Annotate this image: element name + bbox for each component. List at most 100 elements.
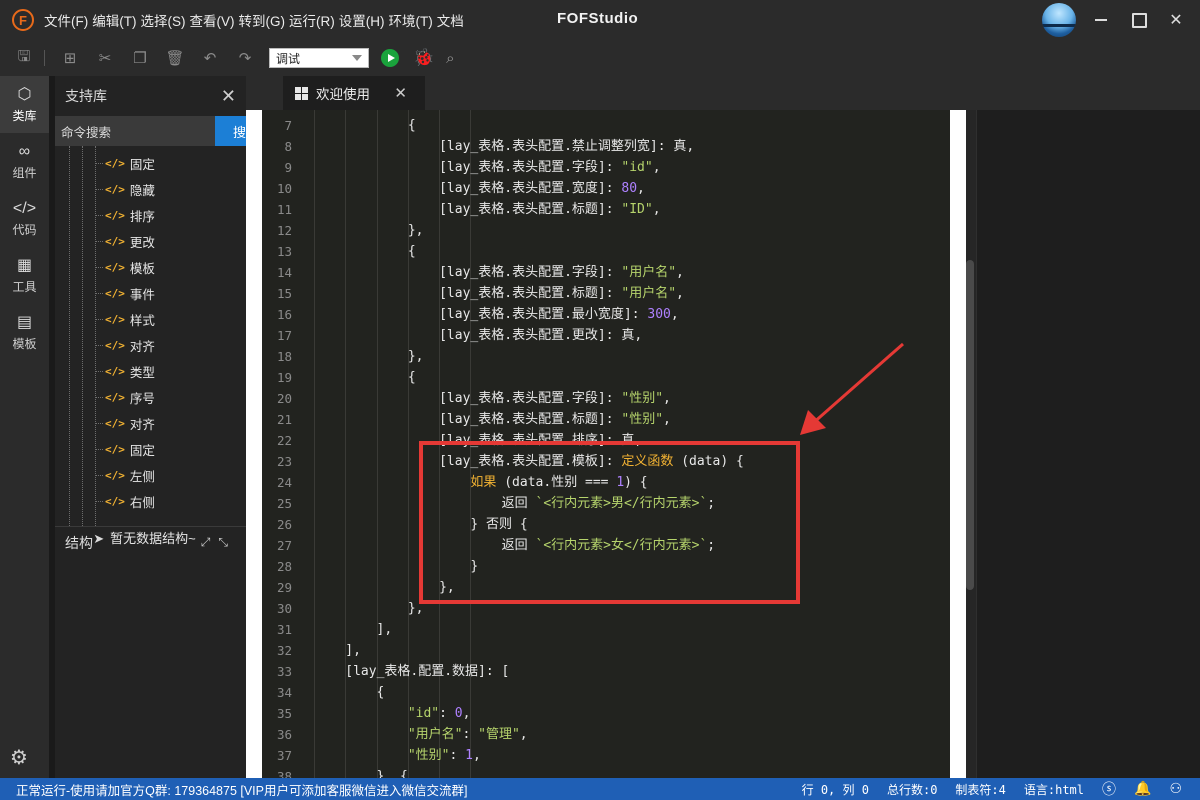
find-in-files-icon[interactable]: ⌕ <box>446 50 454 67</box>
tree-item[interactable]: </> 更改 <box>55 228 246 254</box>
tree-item[interactable]: </> 排序 <box>55 202 246 228</box>
code-token: : <box>462 727 479 742</box>
code-icon: </> <box>105 494 125 508</box>
save-icon[interactable]: 🖫 <box>14 48 34 68</box>
library-panel: 支持库 ✕ 命令搜索 搜 </> 固定 </> 隐藏 </> 排序 </> 更改 </> 模板 </… <box>49 76 246 778</box>
tree-item[interactable]: </> 对齐 <box>55 332 246 358</box>
code-line[interactable]: 13 { <box>262 241 950 262</box>
tree-item[interactable]: </> 对齐 <box>55 410 246 436</box>
code-line[interactable]: 33 [lay_表格.配置.数据]: [ <box>262 661 950 682</box>
code-token: [lay_表格.表头配置.禁止调整列宽]: 真, <box>439 139 695 154</box>
menu-item[interactable]: 转到(G) <box>239 10 286 30</box>
line-number: 12 <box>276 223 292 238</box>
editor-scrollbar[interactable] <box>966 110 976 778</box>
tab-close-icon[interactable]: ✕ <box>394 84 407 102</box>
code-line[interactable]: 14 [lay_表格.表头配置.字段]: "用户名", <box>262 262 950 283</box>
tree-item[interactable]: </> 固定 <box>55 150 246 176</box>
code-line[interactable]: 12}, <box>262 220 950 241</box>
line-number: 9 <box>284 160 292 175</box>
undo-icon[interactable]: ↶ <box>200 48 220 68</box>
tree-item[interactable]: </> 类型 <box>55 358 246 384</box>
menu-item[interactable]: 文档 <box>437 10 464 30</box>
activity-item-3[interactable]: ▦ 工具 <box>0 247 49 304</box>
activity-label: 代码 <box>12 222 37 237</box>
activity-item-0[interactable]: ⬡ 类库 <box>0 76 49 133</box>
tree-item[interactable]: </> 左侧 <box>55 462 246 488</box>
structure-empty-text: 暂无数据结构~ <box>110 531 196 546</box>
language-mode[interactable]: 语言:html <box>1024 781 1084 798</box>
tab-size[interactable]: 制表符:4 <box>955 781 1005 798</box>
code-line[interactable]: 11 [lay_表格.表头配置.标题]: "ID", <box>262 199 950 220</box>
command-search-button[interactable]: 搜 <box>215 116 246 146</box>
line-number: 17 <box>276 328 292 343</box>
code-line[interactable]: 38}, { <box>262 766 950 778</box>
tree-item-label: 事件 <box>129 287 155 302</box>
menu-item[interactable]: 环境(T) <box>389 10 433 30</box>
tree-item[interactable]: </> 右侧 <box>55 488 246 514</box>
paper-plane-icon: ➤ <box>93 531 105 546</box>
status-message: 正常运行-使用请加官方Q群: 179364875 [VIP用户可添加客服微信进入… <box>16 783 468 798</box>
account-icon[interactable]: ⚇ <box>1169 781 1182 797</box>
code-token: "用户名" <box>621 286 677 301</box>
code-token: { <box>407 244 416 259</box>
code-line[interactable]: 32], <box>262 640 950 661</box>
activity-item-2[interactable]: </> 代码 <box>0 190 49 247</box>
tree-item[interactable]: </> 隐藏 <box>55 176 246 202</box>
code-line[interactable]: 37 "性别": 1, <box>262 745 950 766</box>
panel-close-icon[interactable]: ✕ <box>221 86 236 107</box>
activity-item-1[interactable]: ∞ 组件 <box>0 133 49 190</box>
tree-item[interactable]: </> 序号 <box>55 384 246 410</box>
menu-bar: 文件(F) 编辑(T) 选择(S) 查看(V) 转到(G) 运行(R) 设置(H) 环境(T)… <box>44 10 468 30</box>
cut-icon[interactable]: ✂ <box>95 48 115 68</box>
code-line[interactable]: 35 "id": 0, <box>262 703 950 724</box>
code-line[interactable]: 16 [lay_表格.表头配置.最小宽度]: 300, <box>262 304 950 325</box>
tree-item[interactable]: </> 固定 <box>55 436 246 462</box>
code-line[interactable]: 34 { <box>262 682 950 703</box>
activity-item-4[interactable]: ▤ 模板 <box>0 304 49 361</box>
menu-item[interactable]: 编辑(T) <box>92 10 136 30</box>
code-icon: </> <box>105 364 125 378</box>
editor-scrollbar-thumb[interactable] <box>966 260 974 590</box>
new-file-icon[interactable]: ⊞ <box>60 48 80 68</box>
menu-item[interactable]: 运行(R) <box>289 10 335 30</box>
minimize-icon[interactable] <box>1090 9 1112 31</box>
code-line[interactable]: 10 [lay_表格.表头配置.宽度]: 80, <box>262 178 950 199</box>
code-line[interactable]: 36 "用户名": "管理", <box>262 724 950 745</box>
bell-icon[interactable]: 🔔 <box>1134 781 1151 797</box>
code-token: }, <box>407 349 424 364</box>
tree-item[interactable]: </> 事件 <box>55 280 246 306</box>
activity-label: 类库 <box>12 108 37 123</box>
tree-item[interactable]: </> 样式 <box>55 306 246 332</box>
code-token: ], <box>376 622 393 637</box>
code-line[interactable]: 9 [lay_表格.表头配置.字段]: "id", <box>262 157 950 178</box>
dollar-icon[interactable]: ⓢ <box>1102 779 1116 799</box>
code-line[interactable]: 7{ <box>262 115 950 136</box>
run-icon[interactable] <box>381 49 399 67</box>
debug-bug-icon[interactable]: 🐞 <box>413 48 434 68</box>
tree-item-label: 类型 <box>129 365 155 380</box>
settings-gear-icon[interactable]: ⚙ <box>10 745 28 770</box>
redo-icon[interactable]: ↷ <box>235 48 255 68</box>
line-number: 26 <box>276 517 292 532</box>
code-token: [lay_表格.表头配置.更改]: 真, <box>439 328 643 343</box>
menu-item[interactable]: 选择(S) <box>141 10 186 30</box>
code-line[interactable]: 31], <box>262 619 950 640</box>
close-window-icon[interactable]: ✕ <box>1165 9 1187 31</box>
menu-item[interactable]: 查看(V) <box>190 10 235 30</box>
code-token: , <box>637 181 645 196</box>
library-panel-title: 支持库 <box>65 88 107 104</box>
menu-item[interactable]: 文件(F) <box>44 10 88 30</box>
user-avatar[interactable] <box>1042 3 1076 37</box>
run-mode-select[interactable]: 调试 <box>269 48 369 68</box>
delete-icon[interactable]: 🗑 <box>165 48 185 68</box>
copy-icon[interactable]: ❐ <box>130 48 150 68</box>
menu-item[interactable]: 设置(H) <box>339 10 385 30</box>
maximize-icon[interactable] <box>1128 9 1150 31</box>
tree-item[interactable]: </> 模板 <box>55 254 246 280</box>
tab-welcome[interactable]: 欢迎使用 ✕ <box>283 76 425 110</box>
line-number: 13 <box>276 244 292 259</box>
command-search-input[interactable]: 命令搜索 <box>55 116 215 146</box>
cursor-position[interactable]: 行 0, 列 0 <box>802 781 869 798</box>
code-line[interactable]: 8 [lay_表格.表头配置.禁止调整列宽]: 真, <box>262 136 950 157</box>
code-line[interactable]: 15 [lay_表格.表头配置.标题]: "用户名", <box>262 283 950 304</box>
